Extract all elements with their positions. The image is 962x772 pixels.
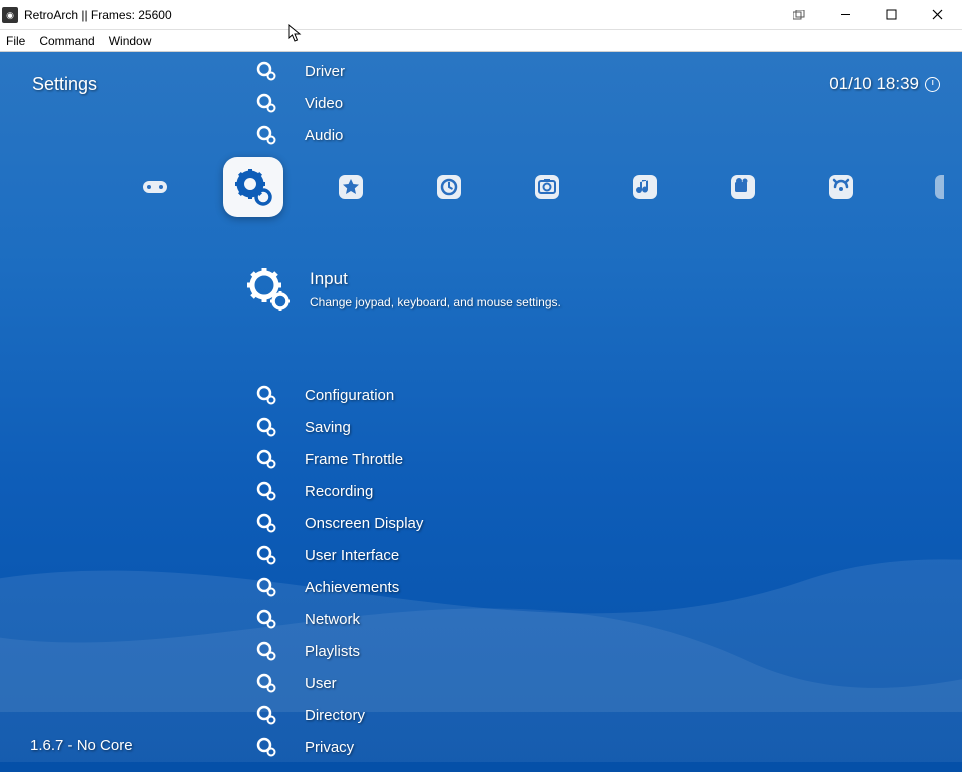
tab-images[interactable] bbox=[532, 172, 562, 202]
tab-settings[interactable] bbox=[223, 157, 283, 217]
menu-item-video[interactable]: Video bbox=[255, 90, 345, 116]
menubar: File Command Window bbox=[0, 30, 962, 52]
menu-item-label: Achievements bbox=[305, 579, 399, 596]
gear-icon bbox=[255, 384, 277, 406]
clock-text: 01/10 18:39 bbox=[829, 74, 919, 94]
menu-file[interactable]: File bbox=[6, 34, 25, 48]
tab-main-menu[interactable] bbox=[140, 172, 170, 202]
menu-item-label: Recording bbox=[305, 483, 373, 500]
menu-item-label: Saving bbox=[305, 419, 351, 436]
gear-icon bbox=[255, 736, 277, 758]
window-title: RetroArch || Frames: 25600 bbox=[24, 8, 172, 22]
gear-icon bbox=[255, 672, 277, 694]
menu-item-input-selected[interactable]: Input Change joypad, keyboard, and mouse… bbox=[246, 267, 561, 313]
menu-item-configuration[interactable]: Configuration bbox=[255, 382, 423, 408]
menu-item-achievements[interactable]: Achievements bbox=[255, 574, 423, 600]
selected-item-subtitle: Change joypad, keyboard, and mouse setti… bbox=[310, 295, 561, 309]
menu-item-label: Frame Throttle bbox=[305, 451, 403, 468]
xmb-content: Settings 01/10 18:39 bbox=[0, 52, 962, 772]
gear-icon bbox=[255, 124, 277, 146]
menu-item-network[interactable]: Network bbox=[255, 606, 423, 632]
menu-item-frame-throttle[interactable]: Frame Throttle bbox=[255, 446, 423, 472]
menu-window[interactable]: Window bbox=[109, 34, 152, 48]
menu-item-label: Directory bbox=[305, 707, 365, 724]
gear-icon bbox=[255, 448, 277, 470]
gear-icon bbox=[255, 640, 277, 662]
minimize-button[interactable] bbox=[822, 0, 868, 30]
menu-item-label: Configuration bbox=[305, 387, 394, 404]
tab-extra[interactable] bbox=[924, 172, 954, 202]
gear-icon bbox=[255, 544, 277, 566]
page-title: Settings bbox=[32, 74, 97, 95]
menu-item-directory[interactable]: Directory bbox=[255, 702, 423, 728]
menu-item-label: Privacy bbox=[305, 739, 354, 756]
settings-list-above: Driver Video Audio bbox=[255, 58, 345, 148]
gear-icon bbox=[255, 608, 277, 630]
window-titlebar: ◉ RetroArch || Frames: 25600 bbox=[0, 0, 962, 30]
menu-item-playlists[interactable]: Playlists bbox=[255, 638, 423, 664]
tab-netplay[interactable] bbox=[826, 172, 856, 202]
wave-graphic bbox=[0, 512, 962, 762]
restore-down-icon[interactable] bbox=[776, 0, 822, 30]
tab-music[interactable] bbox=[630, 172, 660, 202]
menu-item-user[interactable]: User bbox=[255, 670, 423, 696]
tab-favorites[interactable] bbox=[336, 172, 366, 202]
menu-item-audio[interactable]: Audio bbox=[255, 122, 345, 148]
gear-icon bbox=[255, 576, 277, 598]
tab-row bbox=[140, 172, 954, 202]
menu-item-onscreen-display[interactable]: Onscreen Display bbox=[255, 510, 423, 536]
gear-icon bbox=[255, 480, 277, 502]
gear-icon bbox=[255, 60, 277, 82]
gear-icon bbox=[255, 512, 277, 534]
close-button[interactable] bbox=[914, 0, 960, 30]
menu-item-label: Video bbox=[305, 95, 343, 112]
version-text: 1.6.7 - No Core bbox=[30, 737, 133, 754]
clock: 01/10 18:39 bbox=[829, 74, 940, 94]
selected-item-title: Input bbox=[310, 269, 561, 289]
menu-item-user-interface[interactable]: User Interface bbox=[255, 542, 423, 568]
menu-item-label: Network bbox=[305, 611, 360, 628]
clock-icon bbox=[925, 77, 940, 92]
menu-item-label: Playlists bbox=[305, 643, 360, 660]
menu-item-privacy[interactable]: Privacy bbox=[255, 734, 423, 760]
app-icon: ◉ bbox=[2, 7, 18, 23]
menu-item-label: Audio bbox=[305, 127, 343, 144]
menu-item-label: User bbox=[305, 675, 337, 692]
maximize-button[interactable] bbox=[868, 0, 914, 30]
menu-item-label: User Interface bbox=[305, 547, 399, 564]
gear-icon bbox=[255, 92, 277, 114]
wave-graphic bbox=[0, 462, 962, 712]
menu-item-saving[interactable]: Saving bbox=[255, 414, 423, 440]
tab-history[interactable] bbox=[434, 172, 464, 202]
menu-item-label: Driver bbox=[305, 63, 345, 80]
tab-video[interactable] bbox=[728, 172, 758, 202]
menu-item-driver[interactable]: Driver bbox=[255, 58, 345, 84]
settings-list-below: Configuration Saving Frame Throttle Reco… bbox=[255, 382, 423, 760]
gear-icon bbox=[255, 416, 277, 438]
menu-command[interactable]: Command bbox=[39, 34, 94, 48]
gear-icon bbox=[255, 704, 277, 726]
menu-item-recording[interactable]: Recording bbox=[255, 478, 423, 504]
menu-item-label: Onscreen Display bbox=[305, 515, 423, 532]
gear-icon-large bbox=[246, 267, 292, 313]
